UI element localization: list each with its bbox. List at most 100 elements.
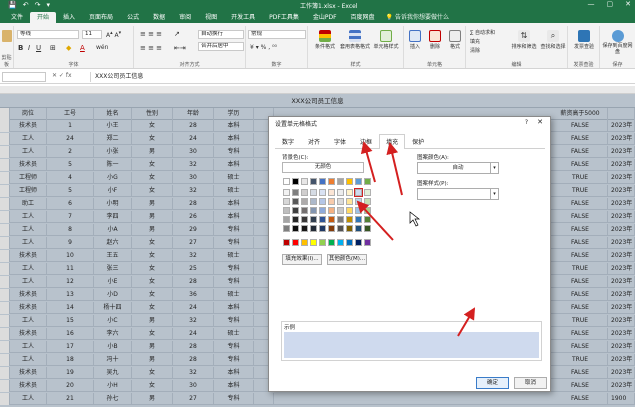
insert-cells-button[interactable]: 插入 <box>406 30 424 50</box>
cell-id[interactable]: 17 <box>47 341 94 353</box>
font-name-select[interactable]: 等线 <box>17 30 79 39</box>
row-number[interactable] <box>0 198 10 210</box>
cell-age[interactable]: 32 <box>173 315 214 327</box>
cell-age[interactable]: 28 <box>173 354 214 366</box>
delete-cells-button[interactable]: 删除 <box>426 30 444 50</box>
tab-data[interactable]: 数据 <box>146 12 172 23</box>
cell-name[interactable]: 小D <box>94 289 132 301</box>
cell-id[interactable]: 5 <box>47 159 94 171</box>
cell-gender[interactable]: 女 <box>132 328 173 340</box>
theme-color-swatch[interactable] <box>346 225 353 232</box>
cell-year[interactable]: 2023年 <box>608 289 635 301</box>
cell-age[interactable]: 28 <box>173 198 214 210</box>
cell-education[interactable]: 专科 <box>214 263 254 275</box>
cell-age[interactable]: 32 <box>173 250 214 262</box>
cell-name[interactable]: 小H <box>94 380 132 392</box>
save-baidu-button[interactable]: 保存到百度网盘 <box>602 30 633 55</box>
underline-icon[interactable]: U <box>36 44 41 52</box>
cell-salary-flag[interactable]: FALSE <box>553 224 608 236</box>
cell-age[interactable]: 28 <box>173 120 214 132</box>
cell-year[interactable]: 2023年 <box>608 185 635 197</box>
theme-color-swatch[interactable] <box>337 178 344 185</box>
cell-position[interactable]: 工人 <box>10 341 47 353</box>
cell-gender[interactable]: 女 <box>132 172 173 184</box>
row-number[interactable] <box>0 185 10 197</box>
theme-color-swatch[interactable] <box>328 198 335 205</box>
cell-id[interactable]: 24 <box>47 133 94 145</box>
row-number[interactable] <box>0 393 10 405</box>
cell-name[interactable]: 冯十 <box>94 354 132 366</box>
more-colors-button[interactable]: 其他颜色(M)... <box>327 254 367 265</box>
dialog-close-button[interactable]: ✕ <box>537 118 543 126</box>
standard-color-swatch[interactable] <box>346 239 353 246</box>
tab-kingsoft-pdf[interactable]: 金山PDF <box>306 12 344 23</box>
cell-age[interactable]: 27 <box>173 237 214 249</box>
cell-salary-flag[interactable]: FALSE <box>553 393 608 405</box>
cell-salary-flag[interactable]: FALSE <box>553 341 608 353</box>
cell-year[interactable]: 2023年 <box>608 302 635 314</box>
conditional-format-button[interactable]: 条件格式 <box>310 30 340 50</box>
cell-gender[interactable]: 男 <box>132 146 173 158</box>
cell-styles-button[interactable]: 单元格样式 <box>370 30 402 50</box>
cell-id[interactable]: 21 <box>47 393 94 405</box>
cell-education[interactable]: 硕士 <box>214 250 254 262</box>
theme-color-swatch[interactable] <box>292 178 299 185</box>
orientation-icon[interactable]: ↗ <box>174 30 180 38</box>
cell-education[interactable]: 本科 <box>214 380 254 392</box>
cell-gender[interactable]: 男 <box>132 211 173 223</box>
bold-icon[interactable]: B <box>18 44 23 52</box>
cell-id[interactable]: 20 <box>47 380 94 392</box>
cell-gender[interactable]: 女 <box>132 159 173 171</box>
cell-salary-flag[interactable]: FALSE <box>553 211 608 223</box>
standard-color-swatch[interactable] <box>364 239 371 246</box>
cell-id[interactable]: 13 <box>47 289 94 301</box>
cell-age[interactable]: 24 <box>173 133 214 145</box>
cell-gender[interactable]: 女 <box>132 276 173 288</box>
cell-year[interactable]: 2023年 <box>608 237 635 249</box>
cell-position[interactable]: 技术员 <box>10 380 47 392</box>
cell-age[interactable]: 32 <box>173 367 214 379</box>
cell-id[interactable]: 9 <box>47 237 94 249</box>
borders-icon[interactable]: ⊞ <box>50 44 56 52</box>
indent-icon[interactable]: ⇤⇥ <box>174 44 186 52</box>
cell-name[interactable]: 小C <box>94 315 132 327</box>
font-color-icon[interactable]: A <box>80 44 85 52</box>
header-cell-name[interactable]: 姓名 <box>94 108 132 120</box>
cell-age[interactable]: 28 <box>173 341 214 353</box>
cell-year[interactable]: 2023年 <box>608 341 635 353</box>
theme-color-swatch[interactable] <box>355 216 362 223</box>
theme-color-swatch[interactable] <box>337 207 344 214</box>
theme-color-swatch[interactable] <box>319 207 326 214</box>
sort-filter-button[interactable]: ⇅ 排序和筛选 <box>510 30 538 50</box>
cell-id[interactable]: 6 <box>47 198 94 210</box>
theme-color-swatch[interactable] <box>354 188 363 197</box>
undo-icon[interactable]: ↶ <box>23 1 29 9</box>
cell-year[interactable]: 2023年 <box>608 380 635 392</box>
minimize-button[interactable]: — <box>588 0 595 8</box>
row-number[interactable] <box>0 120 10 132</box>
cell-name[interactable]: 郑二 <box>94 133 132 145</box>
cell-education[interactable]: 专科 <box>214 146 254 158</box>
theme-color-swatch[interactable] <box>292 216 299 223</box>
row-number[interactable] <box>0 224 10 236</box>
cell-position[interactable]: 工人 <box>10 237 47 249</box>
cell-position[interactable]: 工人 <box>10 315 47 327</box>
theme-color-swatch[interactable] <box>301 207 308 214</box>
cell-id[interactable]: 8 <box>47 224 94 236</box>
theme-color-swatch[interactable] <box>319 225 326 232</box>
cell-year[interactable]: 2023年 <box>608 354 635 366</box>
cell-id[interactable]: 15 <box>47 315 94 327</box>
cell-year[interactable]: 1900 <box>608 393 635 405</box>
tab-protection[interactable]: 保护 <box>405 134 431 148</box>
cell-year[interactable]: 2023年 <box>608 367 635 379</box>
align-left-icon[interactable]: ≡ ≡ ≡ <box>140 44 162 52</box>
autosum-button[interactable]: ∑ 自动求和 <box>470 29 495 36</box>
row-number[interactable] <box>0 302 10 314</box>
theme-color-swatch[interactable] <box>355 225 362 232</box>
cell-salary-flag[interactable]: FALSE <box>553 328 608 340</box>
cell-age[interactable]: 29 <box>173 224 214 236</box>
theme-color-swatch[interactable] <box>301 216 308 223</box>
theme-color-swatch[interactable] <box>310 198 317 205</box>
pattern-style-select[interactable]: ▾ <box>417 188 499 200</box>
row-number[interactable] <box>0 354 10 366</box>
